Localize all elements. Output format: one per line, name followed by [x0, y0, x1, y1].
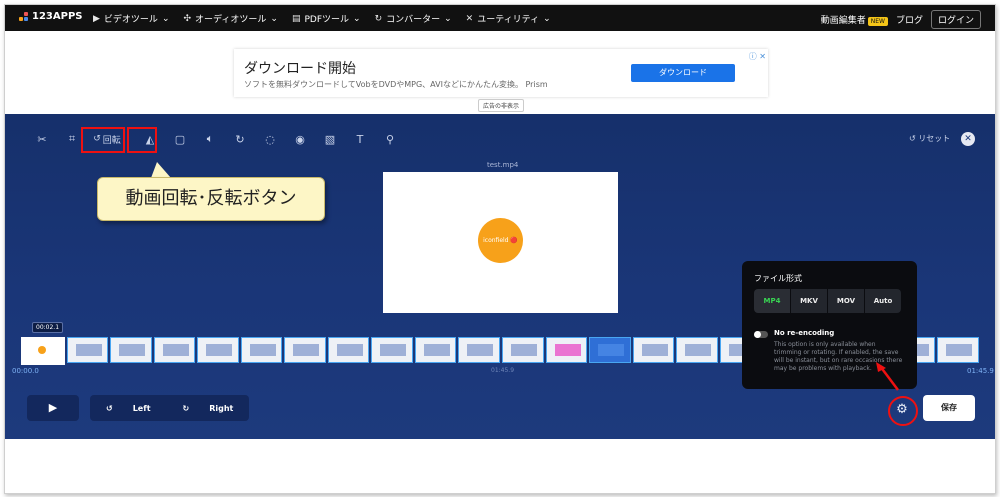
undo-icon: ↺	[909, 134, 919, 143]
timeline-frame	[327, 337, 370, 363]
play-icon: ▶	[48, 401, 58, 414]
top-navigation-bar: 123APPS ▶ ビデオツール ⌄ ✣ オーディオツール ⌄ ▤ PDFツール ⌄ ↻ コン…	[5, 5, 995, 31]
flip-highlight	[127, 127, 157, 153]
start-time: 00:00.0	[12, 367, 39, 375]
timeline-frame	[589, 337, 631, 363]
timeline-frame	[502, 337, 544, 363]
blog-link[interactable]: ブログ	[896, 13, 923, 26]
mid-time: 01:45.9	[491, 367, 515, 374]
volume-icon[interactable]: 🔈︎	[195, 129, 225, 149]
cut-icon[interactable]: ✂	[27, 129, 57, 149]
image-icon[interactable]: ▧	[315, 129, 345, 149]
play-button[interactable]: ▶	[27, 395, 79, 421]
text-icon[interactable]: T	[345, 129, 375, 149]
hide-ad-button[interactable]: 広告の非表示	[478, 99, 525, 112]
no-reencoding-toggle[interactable]	[754, 331, 768, 338]
timeline-frame	[545, 337, 588, 363]
timeline-frame	[284, 337, 326, 363]
pdf-icon: ▤	[291, 13, 301, 24]
file-name: test.mp4	[487, 161, 519, 169]
timeline-frame	[937, 337, 980, 363]
right-nav: 動画編集者 NEW ブログ ログイン	[821, 10, 981, 29]
format-title: ファイル形式	[754, 274, 802, 283]
chevron-down-icon: ⌄	[444, 13, 452, 24]
no-reencoding-label: No re-encoding	[774, 329, 835, 337]
timeline-frame	[240, 337, 283, 363]
login-button[interactable]: ログイン	[930, 10, 981, 29]
chevron-down-icon: ⌄	[543, 13, 551, 24]
video-preview: iconfield 🔴	[383, 172, 618, 313]
ad-banner[interactable]: ダウンロード開始 ソフトを無料ダウンロードしてVobをDVDやMPG、AVIなど…	[234, 49, 768, 97]
reset-button[interactable]: ↺ リセット	[909, 133, 950, 144]
timeline-frame	[21, 337, 65, 365]
stabilize-icon[interactable]: ◉	[285, 129, 315, 149]
format-mp4[interactable]: MP4	[754, 289, 790, 313]
format-selector: MP4 MKV MOV Auto	[754, 289, 901, 313]
timeline-frame	[458, 337, 501, 363]
annotation-callout: 動画回転･反転ボタン	[97, 177, 325, 221]
convert-icon: ↻	[374, 13, 383, 24]
watermark-icon[interactable]: ⚲	[375, 129, 405, 149]
rotate-controls: ↺ Left ↻ Right	[90, 395, 250, 421]
timeline-frame	[66, 337, 109, 363]
chevron-down-icon: ⌄	[161, 13, 170, 24]
rotate-right-button[interactable]: ↻ Right	[167, 404, 250, 413]
play-icon: ▶	[93, 13, 100, 24]
rotate-highlight	[81, 127, 125, 153]
end-time: 01:45.9	[967, 367, 994, 375]
nav-pdf-tools[interactable]: ▤ PDFツール ⌄	[291, 12, 361, 26]
loop-icon[interactable]: ◌	[255, 129, 285, 149]
close-icon[interactable]: ✕	[961, 132, 975, 146]
rotate-right-icon: ↻	[182, 403, 190, 413]
ad-text: ソフトを無料ダウンロードしてVobをDVDやMPG、AVIなどにかんたん変換。 …	[244, 80, 548, 89]
format-mkv[interactable]: MKV	[791, 289, 827, 313]
site-logo[interactable]: 123APPS	[19, 11, 82, 22]
video-logo: iconfield 🔴	[478, 218, 523, 263]
timeline-frame	[676, 337, 718, 363]
app-window: 123APPS ▶ ビデオツール ⌄ ✣ オーディオツール ⌄ ▤ PDFツール ⌄ ↻ コン…	[4, 4, 996, 494]
timeline-frame	[371, 337, 413, 363]
nav-converter[interactable]: ↻ コンバーター ⌄	[374, 12, 452, 26]
ad-download-button[interactable]: ダウンロード	[631, 64, 735, 82]
nav-utilities[interactable]: ✕ ユーティリティ ⌄	[465, 12, 551, 26]
logo-icon	[19, 11, 29, 22]
rotate-left-button[interactable]: ↺ Left	[90, 404, 167, 413]
playhead-time: 00:02.1	[32, 322, 64, 333]
callout-tail	[151, 162, 171, 178]
tools-icon: ✕	[465, 13, 474, 24]
nav-audio-tools[interactable]: ✣ オーディオツール ⌄	[183, 12, 278, 26]
format-mov[interactable]: MOV	[828, 289, 864, 313]
speed-icon[interactable]: ↻	[225, 129, 255, 149]
timeline-frame	[632, 337, 675, 363]
resize-icon[interactable]: ▢	[165, 129, 195, 149]
ad-title: ダウンロード開始	[244, 61, 356, 77]
video-editor: ✂ ⌗ ↺ 回転 ◭ ▢ 🔈︎ ↻ ◌ ◉ ▧ T ⚲ ↺ リセット ✕ test…	[5, 114, 995, 439]
audio-icon: ✣	[183, 13, 192, 24]
gear-highlight	[888, 396, 918, 426]
ad-close-icon[interactable]: ⓘ ✕	[749, 51, 766, 62]
chevron-down-icon: ⌄	[353, 13, 361, 24]
video-editor-link[interactable]: 動画編集者 NEW	[821, 13, 888, 26]
nav-video-tools[interactable]: ▶ ビデオツール ⌄	[93, 12, 170, 26]
chevron-down-icon: ⌄	[270, 13, 278, 24]
save-button[interactable]: 保存	[923, 395, 975, 421]
new-badge: NEW	[867, 17, 888, 26]
timeline-frame	[414, 337, 457, 363]
timeline-frame	[110, 337, 152, 363]
format-auto[interactable]: Auto	[865, 289, 901, 313]
rotate-left-icon: ↺	[106, 403, 113, 413]
main-nav: ▶ ビデオツール ⌄ ✣ オーディオツール ⌄ ▤ PDFツール ⌄ ↻ コンバーター ⌄ ✕ ユ…	[93, 12, 551, 26]
annotation-arrow	[876, 362, 899, 391]
timeline-frame	[153, 337, 196, 363]
timeline-frame	[197, 337, 239, 363]
